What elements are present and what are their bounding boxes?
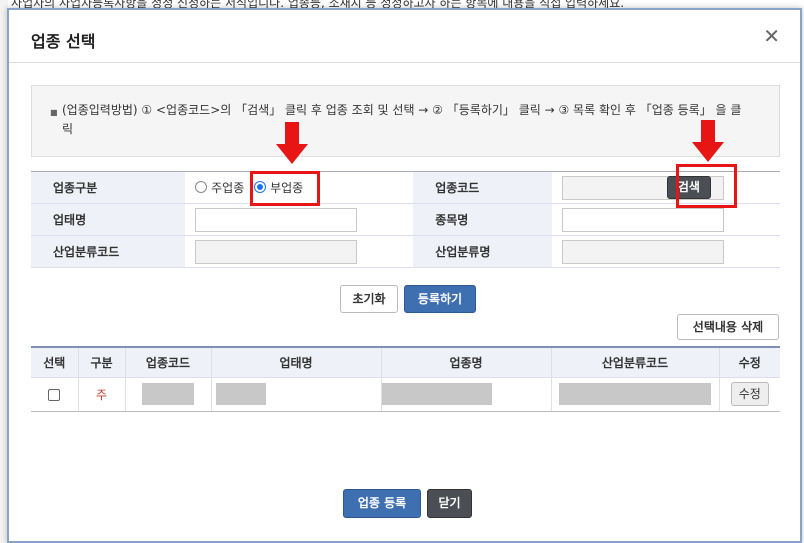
primary-radio-label: 주업종 bbox=[211, 180, 245, 195]
business-type-label: 업종구분 bbox=[31, 171, 186, 204]
business-name-label: 업태명 bbox=[31, 203, 186, 236]
close-button[interactable]: 닫기 bbox=[427, 489, 472, 518]
column-header-select: 선택 bbox=[31, 347, 79, 378]
item-name-input[interactable] bbox=[561, 207, 724, 232]
delete-selected-button[interactable]: 선택내용 삭제 bbox=[677, 314, 779, 340]
primary-radio[interactable]: 주업종 bbox=[195, 179, 244, 196]
row-checkbox[interactable] bbox=[48, 388, 61, 401]
row-class-code-redacted bbox=[559, 383, 711, 405]
industry-submit-button[interactable]: 업종 등록 bbox=[343, 489, 421, 518]
arrow-down-icon bbox=[276, 122, 308, 164]
column-header-business-name: 업태명 bbox=[211, 347, 382, 378]
item-name-label: 종목명 bbox=[413, 203, 552, 236]
column-header-class-code: 산업분류코드 bbox=[551, 347, 720, 378]
business-name-input[interactable] bbox=[195, 207, 358, 232]
row-industry-code-redacted bbox=[142, 383, 194, 405]
row-business-name-redacted bbox=[215, 383, 266, 405]
bullet-icon: ■ bbox=[50, 108, 58, 117]
instruction-box: ■ (업종입력방법) ① <업종코드>의 「검색」 클릭 후 업종 조회 및 선… bbox=[31, 85, 780, 157]
row-edit-button[interactable]: 수정 bbox=[730, 382, 769, 406]
register-button[interactable]: 등록하기 bbox=[404, 285, 476, 313]
close-icon[interactable]: ✕ bbox=[763, 26, 780, 46]
industry-class-name-label: 산업분류명 bbox=[413, 235, 552, 268]
industry-code-field: 검색 bbox=[551, 171, 780, 204]
column-header-edit: 수정 bbox=[719, 347, 780, 378]
reset-button[interactable]: 초기화 bbox=[340, 285, 398, 313]
row-industry-name-redacted bbox=[381, 383, 492, 405]
industry-form: 업종구분 주업종 부업종 업종코드 검색 업태명 종목명 산업분류코드 산업분류… bbox=[31, 171, 780, 268]
column-header-industry-code: 업종코드 bbox=[125, 347, 212, 378]
modal-title: 업종 선택 bbox=[31, 32, 96, 51]
industry-class-name-input bbox=[561, 239, 724, 264]
instruction-text: (업종입력방법) ① <업종코드>의 「검색」 클릭 후 업종 조회 및 선택 … bbox=[62, 103, 742, 136]
primary-radio-button[interactable] bbox=[195, 181, 208, 194]
row-type: 주 bbox=[78, 377, 126, 412]
secondary-highlight-box bbox=[250, 171, 320, 206]
industry-class-code-input bbox=[195, 239, 358, 264]
industry-code-label: 업종코드 bbox=[413, 171, 552, 204]
background-text: ㆍ사업자의 사업자등록사항을 정정 신청하는 서식입니다. 업종등, 소재지 등… bbox=[0, 0, 625, 8]
industry-select-modal: 업종 선택 ✕ ■ (업종입력방법) ① <업종코드>의 「검색」 클릭 후 업… bbox=[7, 8, 802, 543]
title-divider bbox=[9, 62, 800, 63]
industry-class-code-label: 산업분류코드 bbox=[31, 235, 186, 268]
table-row: 주 수정 bbox=[31, 377, 780, 412]
search-highlight-box bbox=[676, 164, 737, 208]
column-header-type: 구분 bbox=[78, 347, 126, 378]
column-header-industry-name: 업종명 bbox=[381, 347, 552, 378]
arrow-down-icon bbox=[692, 120, 724, 162]
industry-list-table: 선택 구분 업종코드 업태명 업종명 산업분류코드 수정 주 수정 bbox=[31, 346, 780, 412]
